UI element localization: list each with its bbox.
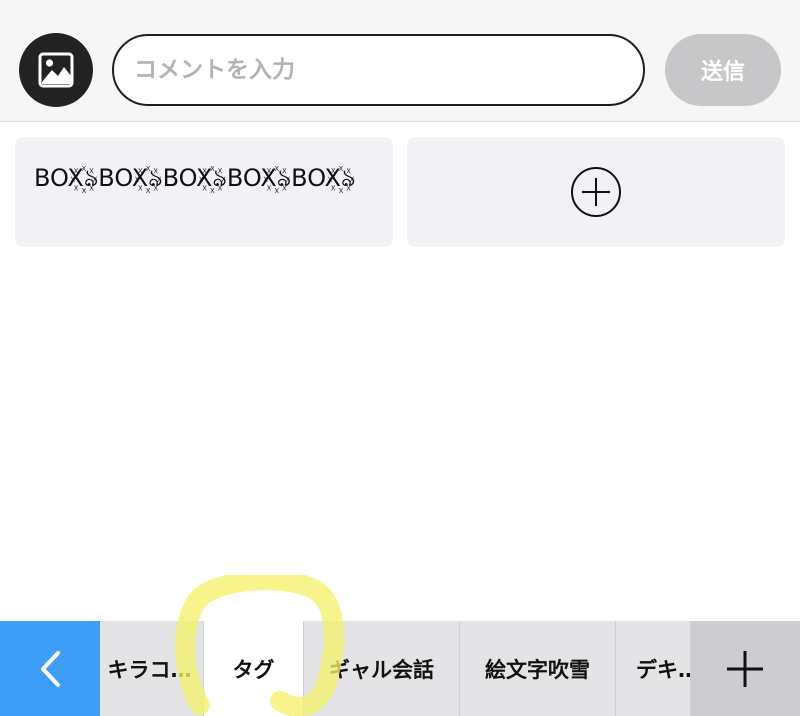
tab-label: タグ	[232, 657, 275, 682]
image-attach-button[interactable]	[19, 33, 93, 107]
text-card[interactable]: BOX꙰ঌBOX꙰ঌBOX꙰ঌBOX꙰ঌBOX꙰ঌ	[15, 137, 393, 247]
tab-deki[interactable]: デキ…	[616, 621, 690, 716]
tab-emoji-fubuki[interactable]: 絵文字吹雪	[460, 621, 616, 716]
plus-icon	[727, 650, 763, 687]
tab-label: 絵文字吹雪	[485, 657, 590, 682]
tab-gyaru-kaiwa[interactable]: ギャル会話	[304, 621, 460, 716]
comment-input[interactable]	[112, 34, 645, 106]
tab-label: ギャル会話	[329, 657, 434, 682]
card-text: BOX꙰ঌBOX꙰ঌBOX꙰ঌBOX꙰ঌBOX꙰ঌ	[34, 164, 356, 192]
send-button[interactable]: 送信	[665, 34, 781, 106]
plus-circle-icon	[571, 167, 621, 217]
chevron-left-icon	[41, 650, 60, 687]
tab-label: デキ…	[636, 657, 690, 682]
category-tab-bar: キラコ… タグ ギャル会話 絵文字吹雪 デキ…	[0, 621, 800, 716]
add-card-button[interactable]	[407, 137, 785, 247]
image-icon	[38, 52, 74, 88]
tab-kirakoe[interactable]: キラコ…	[100, 621, 204, 716]
page: 送信 BOX꙰ঌBOX꙰ঌBOX꙰ঌBOX꙰ঌBOX꙰ঌ キラコ… タグ ギャル…	[0, 0, 800, 716]
add-tab-button[interactable]	[690, 621, 800, 716]
back-button[interactable]	[0, 621, 100, 716]
comment-composer: 送信	[0, 0, 800, 122]
tab-label: キラコ…	[107, 657, 192, 682]
tabs-strip: キラコ… タグ ギャル会話 絵文字吹雪 デキ…	[100, 621, 690, 716]
tab-tag[interactable]: タグ	[204, 621, 304, 716]
tabs-scroll-area[interactable]: キラコ… タグ ギャル会話 絵文字吹雪 デキ…	[100, 621, 690, 716]
